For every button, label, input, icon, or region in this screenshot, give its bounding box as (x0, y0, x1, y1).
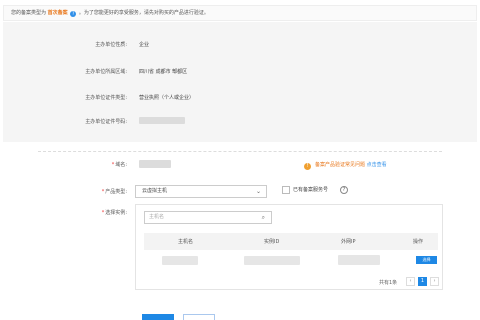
chevron-down-icon: ⌄ (255, 188, 261, 195)
search-placeholder: 主机名 (149, 214, 165, 220)
col-instance-id: 实例ID (264, 239, 280, 245)
col-public-ip: 外网IP (341, 239, 356, 245)
domain-label: *域名: (111, 162, 127, 168)
notice-prefix: 您的备案类型为 (11, 10, 47, 16)
region-label: 主办单位所属区域: (85, 69, 127, 75)
question-icon[interactable]: ? (70, 11, 77, 17)
notice-bar: 您的备案类型为 首次备案 ? 。为了您能更好的享受服务，请先对购买的产品进行验证… (3, 5, 477, 21)
nature-value: 企业 (139, 42, 150, 48)
back-button[interactable] (183, 314, 215, 320)
cert-no-redacted (139, 117, 185, 124)
section-divider (38, 151, 442, 152)
has-service-no-label: 已有备案服务号 (293, 187, 329, 193)
nature-label: 主办单位性质: (95, 42, 127, 48)
public-ip-redacted (338, 255, 380, 265)
page-1-button[interactable]: 1 (418, 277, 427, 286)
notice-suffix: 。为了您能更好的享受服务，请先对购买的产品进行验证。 (78, 10, 209, 16)
instance-id-redacted (244, 256, 300, 265)
warning-text: 备案产品验证常见问题 (315, 162, 366, 168)
search-icon[interactable]: ⌕ (262, 212, 265, 223)
help-icon[interactable]: ? (340, 186, 348, 194)
product-type-label: *产品类型: (101, 189, 127, 195)
next-step-button[interactable] (142, 314, 174, 320)
has-service-no-checkbox[interactable] (282, 186, 290, 194)
view-link[interactable]: 点击查看 (367, 162, 387, 168)
next-page-button[interactable]: › (430, 277, 439, 286)
select-button[interactable]: 选择 (416, 256, 437, 264)
region-value: 四川省 成都市 郫都区 (139, 69, 188, 75)
col-action: 操作 (413, 239, 424, 245)
select-instance-label: *选择实例: (101, 210, 127, 216)
product-type-select[interactable]: 云虚拟主机 ⌄ (135, 185, 267, 198)
search-input[interactable]: 主机名 ⌕ (144, 211, 272, 224)
cert-type-label: 主办单位证件类型: (85, 95, 127, 101)
cert-type-value: 营业执照（个人或企业） (139, 95, 195, 101)
warning-notice: ! 备案产品验证常见问题 点击查看 (304, 161, 387, 170)
pager-total: 共有1条 (379, 280, 398, 286)
cert-no-label: 主办单位证件号码: (85, 119, 127, 125)
prev-page-button[interactable]: ‹ (406, 277, 415, 286)
domain-redacted (139, 160, 171, 168)
filing-type: 首次备案 (47, 10, 68, 16)
col-hostname: 主机名 (178, 239, 194, 245)
product-type-value: 云虚拟主机 (142, 188, 168, 194)
warning-icon: ! (304, 163, 311, 170)
hostname-redacted (162, 256, 198, 265)
